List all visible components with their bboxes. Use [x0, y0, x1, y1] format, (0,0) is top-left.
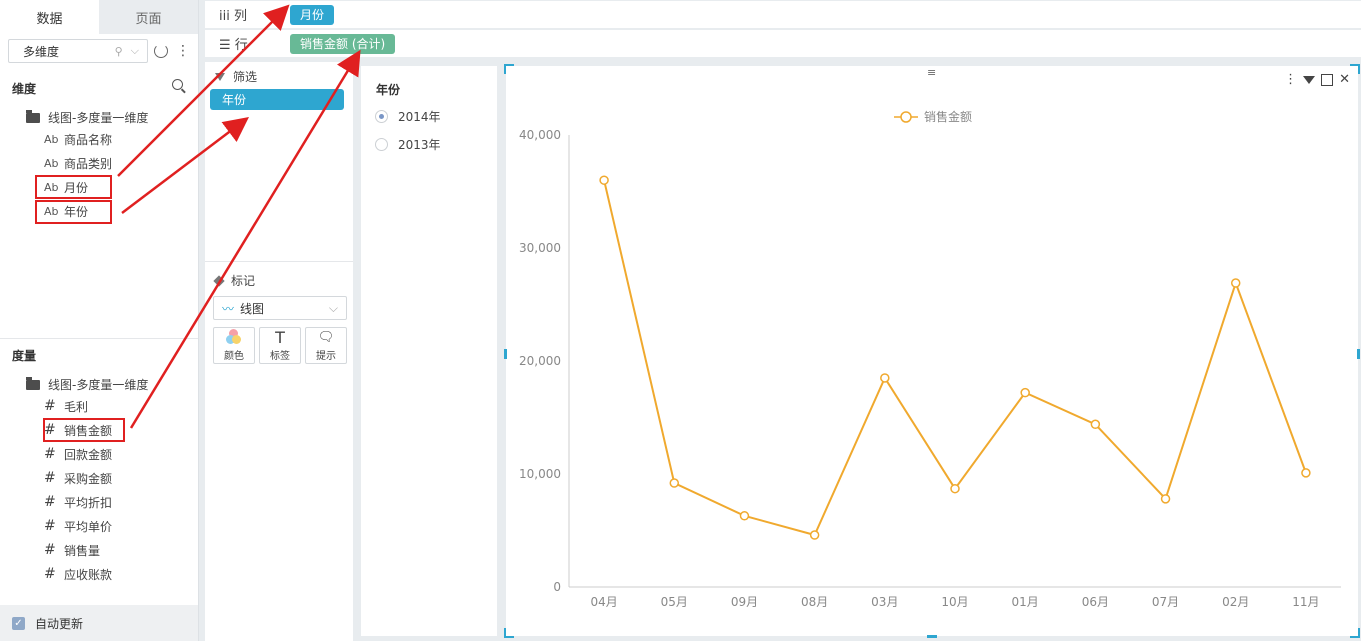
- arrow: [121, 116, 249, 214]
- app-root: 数据 页面 多维度 ⚲ ⌵ ⋮ 维度 线图-多度量一维度 Ab 商品名称 Ab 商品…: [0, 0, 1361, 641]
- arrow: [117, 4, 290, 177]
- annotation-arrows: [117, 4, 361, 429]
- arrow: [129, 49, 361, 429]
